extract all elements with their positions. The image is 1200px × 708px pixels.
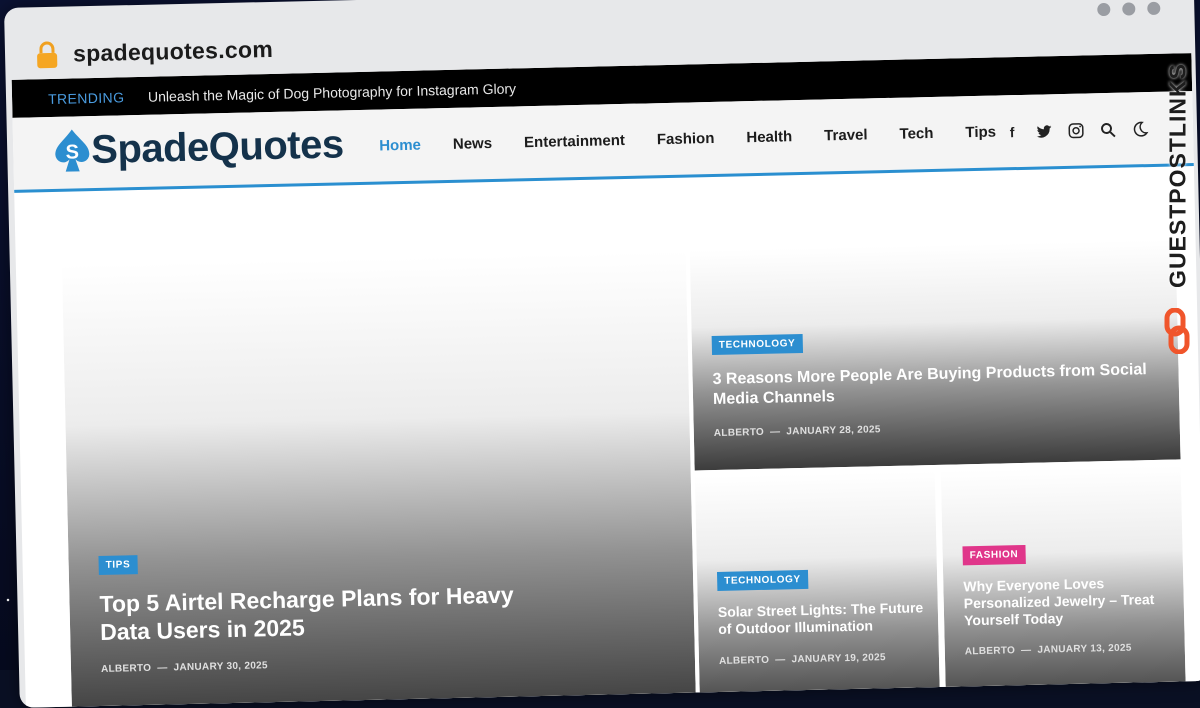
nav-tech[interactable]: Tech xyxy=(899,125,933,143)
window-dot[interactable] xyxy=(1122,2,1136,16)
nav-news[interactable]: News xyxy=(453,135,493,153)
category-badge[interactable]: FASHION xyxy=(962,544,1026,566)
post-card[interactable]: TECHNOLOGY Solar Street Lights: The Futu… xyxy=(694,471,941,708)
trending-headline-link[interactable]: Unleash the Magic of Dog Photography for… xyxy=(148,80,516,104)
watermark-text: GUESTPOSTLINKS xyxy=(1164,63,1191,288)
lock-icon xyxy=(37,41,58,69)
category-badge[interactable]: TECHNOLOGY xyxy=(716,569,808,591)
featured-post-card[interactable]: TIPS Top 5 Airtel Recharge Plans for Hea… xyxy=(61,250,697,708)
instagram-icon[interactable] xyxy=(1067,122,1085,140)
search-icon[interactable] xyxy=(1099,121,1117,139)
svg-text:S: S xyxy=(65,141,79,163)
main-nav: Home News Entertainment Fashion Health T… xyxy=(379,124,996,155)
nav-travel[interactable]: Travel xyxy=(824,126,868,144)
window-controls xyxy=(1097,1,1161,17)
logo-text: SpadeQuotes xyxy=(90,121,345,172)
twitter-icon[interactable] xyxy=(1035,122,1053,140)
category-badge[interactable]: TECHNOLOGY xyxy=(711,333,803,356)
site-logo[interactable]: S SpadeQuotes xyxy=(53,116,345,179)
post-title[interactable]: Solar Street Lights: The Future of Outdo… xyxy=(718,599,931,638)
chain-link-icon xyxy=(1164,308,1190,354)
dark-mode-icon[interactable] xyxy=(1131,120,1149,138)
post-author[interactable]: ALBERTO xyxy=(719,655,769,667)
post-author[interactable]: ALBERTO xyxy=(714,427,764,439)
header-tools: f xyxy=(1003,120,1149,141)
window-dot[interactable] xyxy=(1147,1,1161,16)
post-card[interactable]: TECHNOLOGY 3 Reasons More People Are Buy… xyxy=(689,239,1181,471)
nav-tips[interactable]: Tips xyxy=(965,124,996,142)
nav-fashion[interactable]: Fashion xyxy=(657,130,715,148)
post-date: JANUARY 19, 2025 xyxy=(791,652,886,666)
post-date: JANUARY 13, 2025 xyxy=(1037,642,1132,656)
window-dot[interactable] xyxy=(1097,2,1111,17)
nav-entertainment[interactable]: Entertainment xyxy=(524,132,625,151)
website: TRENDING Unleash the Magic of Dog Photog… xyxy=(11,53,1200,708)
browser-window: spadequotes.com TRENDING Unleash the Mag… xyxy=(4,0,1200,708)
post-author[interactable]: ALBERTO xyxy=(965,645,1015,657)
nav-home[interactable]: Home xyxy=(379,137,421,155)
guestpostlinks-watermark: GUESTPOSTLINKS xyxy=(1160,54,1194,354)
facebook-icon[interactable]: f xyxy=(1003,123,1021,141)
spade-logo-icon: S xyxy=(55,129,90,172)
nav-health[interactable]: Health xyxy=(746,128,792,146)
url-text: spadequotes.com xyxy=(72,35,274,67)
post-title[interactable]: Why Everyone Loves Personalized Jewelry … xyxy=(963,574,1176,630)
post-date: JANUARY 28, 2025 xyxy=(786,424,881,438)
post-date: JANUARY 30, 2025 xyxy=(173,660,268,674)
category-badge[interactable]: TIPS xyxy=(98,555,138,575)
trending-label: TRENDING xyxy=(47,89,125,108)
post-title[interactable]: Top 5 Airtel Recharge Plans for Heavy Da… xyxy=(99,579,570,646)
post-card[interactable]: FASHION Why Everyone Loves Personalized … xyxy=(940,465,1187,708)
post-author[interactable]: ALBERTO xyxy=(101,663,151,675)
